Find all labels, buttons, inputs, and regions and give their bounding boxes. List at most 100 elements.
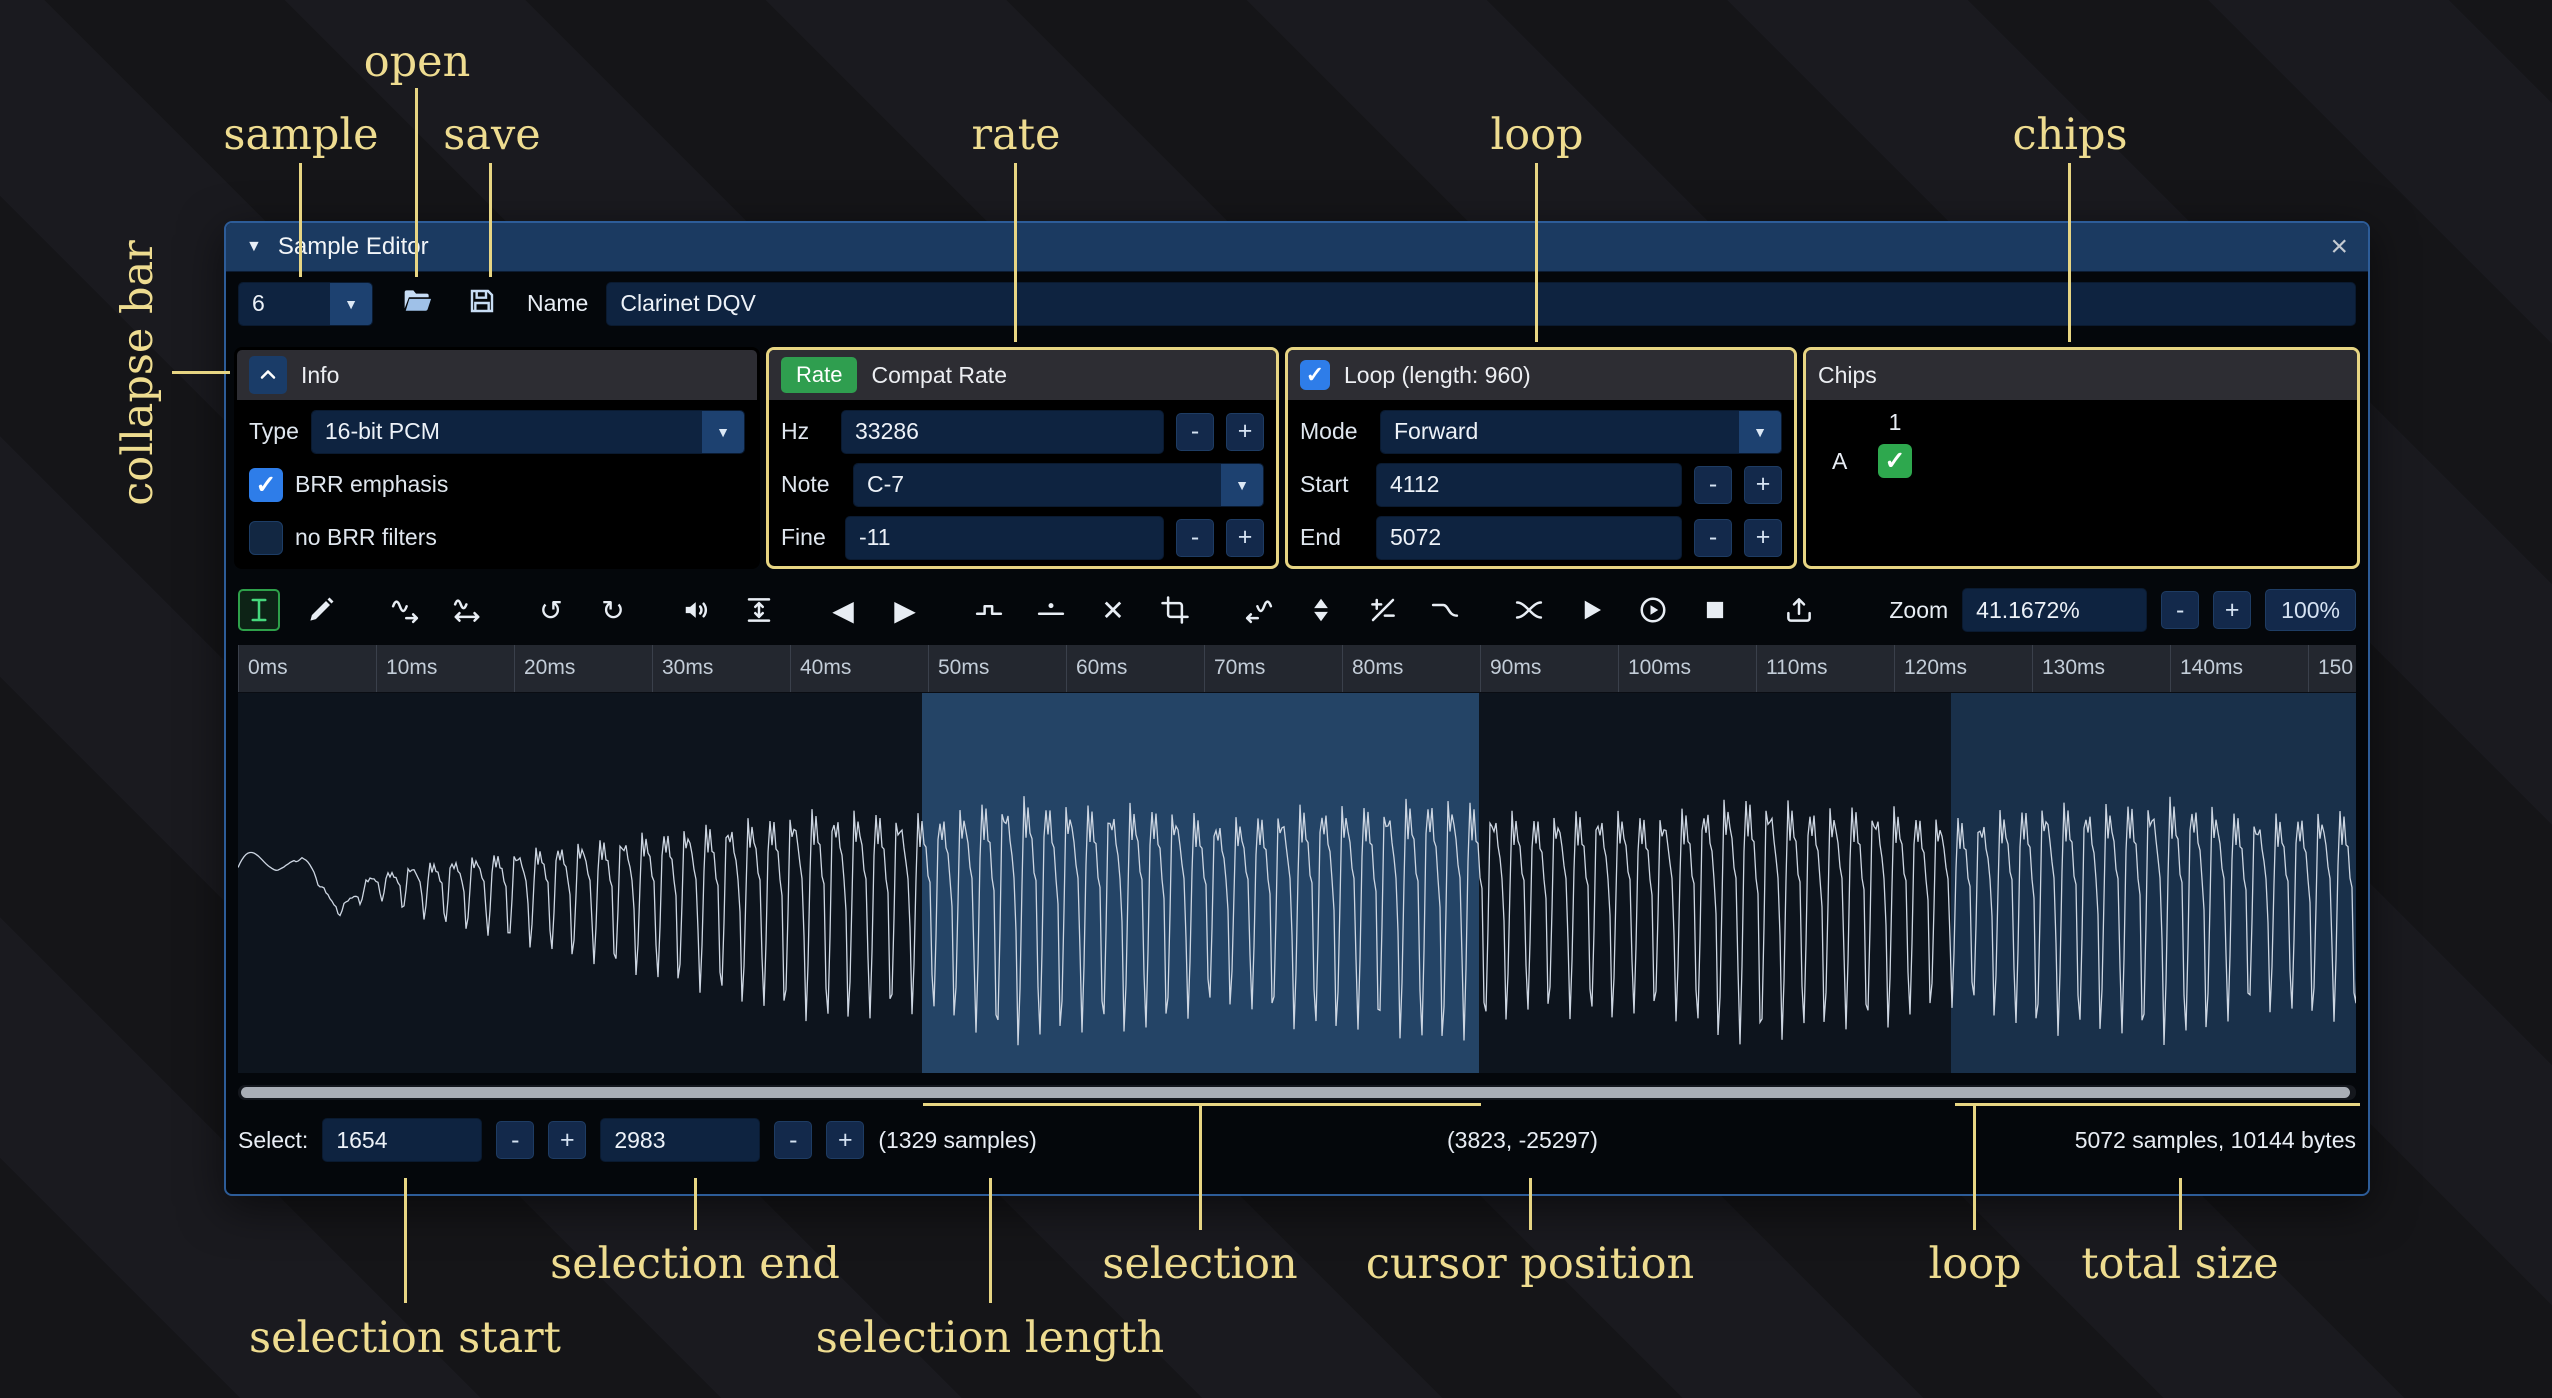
loop-end-increase-button[interactable]: + <box>1744 519 1782 557</box>
collapse-bar-button[interactable] <box>249 356 287 394</box>
fine-input[interactable]: -11 <box>845 516 1164 560</box>
waveform-display[interactable] <box>238 693 2356 1073</box>
fine-increase-button[interactable]: + <box>1226 519 1264 557</box>
ruler[interactable]: 0ms10ms20ms30ms40ms50ms60ms70ms80ms90ms1… <box>238 645 2356 693</box>
ruler-tick <box>2308 645 2309 692</box>
draw-mode-button[interactable] <box>300 589 342 631</box>
chevron-down-icon[interactable]: ▼ <box>330 283 372 325</box>
ruler-label: 130ms <box>2042 656 2105 680</box>
stop-preview-button[interactable] <box>1694 589 1736 631</box>
annotation-sample: sample <box>223 110 378 160</box>
annotation-loop-bottom: loop <box>1928 1239 2021 1289</box>
window-collapse-icon[interactable]: ▼ <box>246 238 262 256</box>
annotation-line-selection-end <box>694 1178 697 1230</box>
save-sample-button[interactable] <box>459 282 505 326</box>
loop-end-input[interactable]: 5072 <box>1376 516 1682 560</box>
scrollbar-thumb[interactable] <box>241 1087 2350 1098</box>
annotation-line-cursor-position <box>1529 1178 1532 1230</box>
annotation-total-size: total size <box>2081 1239 2278 1289</box>
loop-enable-checkbox[interactable]: ✓ <box>1300 360 1330 390</box>
crossfade-icon <box>1514 595 1544 625</box>
ruler-tick <box>652 645 653 692</box>
no-brr-filters-label: no BRR filters <box>295 524 437 551</box>
resize-button[interactable] <box>384 589 426 631</box>
fade-in-button[interactable]: ◀ <box>822 589 864 631</box>
type-label: Type <box>249 418 299 445</box>
redo-button[interactable]: ↻ <box>592 589 634 631</box>
status-row: Select: 1654 - + 2983 - + (1329 samples)… <box>238 1113 2356 1167</box>
upload-icon <box>1784 595 1814 625</box>
close-icon[interactable]: × <box>2330 232 2348 262</box>
selection-end-increase-button[interactable]: + <box>826 1121 864 1159</box>
chevron-down-icon[interactable]: ▼ <box>1739 411 1781 453</box>
note-dropdown[interactable]: C-7 ▼ <box>853 463 1264 507</box>
undo-button[interactable]: ↺ <box>530 589 572 631</box>
loop-start-increase-button[interactable]: + <box>1744 466 1782 504</box>
invert-button[interactable] <box>1300 589 1342 631</box>
ruler-label: 50ms <box>938 656 989 680</box>
selection-end-input[interactable]: 2983 <box>600 1118 760 1162</box>
sample-selector[interactable]: 6 ▼ <box>238 282 373 326</box>
reverse-button[interactable] <box>1238 589 1280 631</box>
delete-button[interactable]: ✕ <box>1092 589 1134 631</box>
apply-silence-button[interactable] <box>1030 589 1072 631</box>
selection-end-decrease-button[interactable]: - <box>774 1121 812 1159</box>
waveform-scrollbar[interactable] <box>238 1085 2356 1100</box>
info-panel: Info Type 16-bit PCM ▼ ✓ BRR emphasis no… <box>234 347 760 569</box>
rate-panel: Rate Compat Rate Hz 33286 - + Note C-7 ▼ <box>766 347 1279 569</box>
annotation-rate: rate <box>972 110 1061 160</box>
sign-invert-button[interactable] <box>1362 589 1404 631</box>
pencil-icon <box>306 595 336 625</box>
selection-start-increase-button[interactable]: + <box>548 1121 586 1159</box>
amplify-button[interactable] <box>676 589 718 631</box>
zoom-reset-button[interactable]: 100% <box>2265 589 2356 631</box>
hz-decrease-button[interactable]: - <box>1176 413 1214 451</box>
loop-end-decrease-button[interactable]: - <box>1694 519 1732 557</box>
normalize-icon <box>744 595 774 625</box>
filter-button[interactable] <box>1424 589 1466 631</box>
fade-out-button[interactable]: ▶ <box>884 589 926 631</box>
annotation-chips: chips <box>2012 110 2127 160</box>
resample-button[interactable] <box>446 589 488 631</box>
annotation-line-open <box>415 88 418 277</box>
normalize-button[interactable] <box>738 589 780 631</box>
hz-increase-button[interactable]: + <box>1226 413 1264 451</box>
chevron-down-icon[interactable]: ▼ <box>702 411 744 453</box>
zoom-out-button[interactable]: - <box>2161 591 2199 629</box>
hz-input[interactable]: 33286 <box>841 410 1164 454</box>
preview-in-context-button[interactable] <box>1632 589 1674 631</box>
loop-start-decrease-button[interactable]: - <box>1694 466 1732 504</box>
name-input[interactable]: Clarinet DQV <box>606 282 2356 326</box>
brr-emphasis-checkbox[interactable]: ✓ <box>249 468 283 502</box>
note-label: Note <box>781 471 841 498</box>
rate-header: Rate Compat Rate <box>769 350 1276 400</box>
selection-start-input[interactable]: 1654 <box>322 1118 482 1162</box>
no-brr-filters-checkbox[interactable] <box>249 521 283 555</box>
insert-silence-button[interactable] <box>968 589 1010 631</box>
preview-button[interactable] <box>1570 589 1612 631</box>
loop-end-label: End <box>1300 524 1364 551</box>
export-button[interactable] <box>1778 589 1820 631</box>
compat-rate-tab[interactable]: Compat Rate <box>871 362 1007 389</box>
chevron-down-icon[interactable]: ▼ <box>1221 464 1263 506</box>
waveform-svg <box>238 693 2356 1073</box>
loop-start-input[interactable]: 4112 <box>1376 463 1682 507</box>
open-sample-button[interactable] <box>395 282 441 326</box>
selection-start-decrease-button[interactable]: - <box>496 1121 534 1159</box>
ruler-tick <box>1894 645 1895 692</box>
loop-mode-dropdown[interactable]: Forward ▼ <box>1380 410 1782 454</box>
titlebar[interactable]: ▼ Sample Editor × <box>226 223 2368 272</box>
annotation-selection-tick <box>1199 1103 1202 1230</box>
type-dropdown[interactable]: 16-bit PCM ▼ <box>311 410 745 454</box>
select-mode-button[interactable] <box>238 589 280 631</box>
rate-tab-selected[interactable]: Rate <box>781 357 857 393</box>
chips-row-label: A <box>1832 448 1862 475</box>
fine-decrease-button[interactable]: - <box>1176 519 1214 557</box>
ruler-label: 20ms <box>524 656 575 680</box>
trim-button[interactable] <box>1154 589 1196 631</box>
zoom-in-button[interactable]: + <box>2213 591 2251 629</box>
crossfade-loop-button[interactable] <box>1508 589 1550 631</box>
invert-icon <box>1306 595 1336 625</box>
zoom-input[interactable]: 41.1672% <box>1962 588 2147 632</box>
chip-a1-checkbox[interactable]: ✓ <box>1878 444 1912 478</box>
